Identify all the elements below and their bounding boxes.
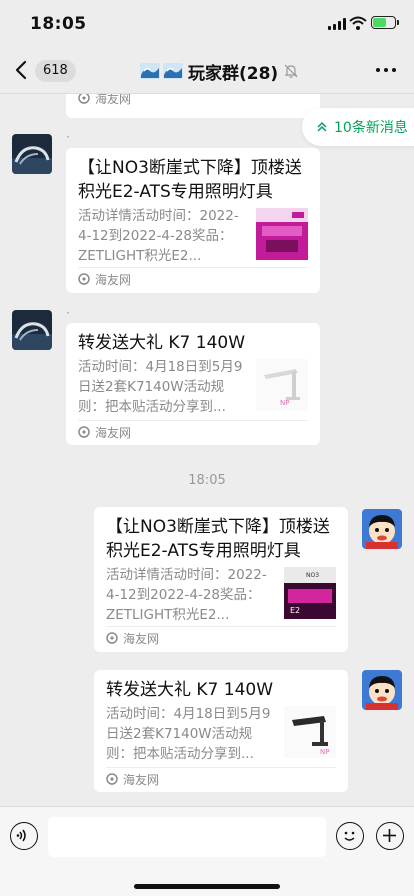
card-source: 海友网 (106, 627, 159, 649)
new-messages-button[interactable]: 10条新消息 (302, 108, 414, 146)
input-bar (0, 806, 414, 896)
sender-avatar-image (12, 134, 52, 174)
message-list[interactable]: 海友网 · 【让NO3断崖式下降】顶楼送积光E2-ATS专用照明灯具 活动详情活… (0, 94, 414, 806)
unread-count-badge[interactable]: 618 (35, 60, 76, 82)
card-source-label: 海友网 (123, 631, 160, 646)
svg-text:NP: NP (280, 399, 289, 407)
wave-emoji-icon (163, 63, 183, 79)
home-indicator (134, 884, 280, 889)
link-card[interactable]: 【让NO3断崖式下降】顶楼送积光E2-ATS专用照明灯具 活动详情活动时间：20… (66, 148, 320, 293)
card-source: 海友网 (78, 268, 131, 290)
signal-icon (328, 18, 346, 30)
source-link-icon (106, 632, 118, 644)
voice-icon[interactable] (10, 822, 38, 850)
wifi-icon (349, 16, 367, 30)
card-description: 活动时间：4月18日到5月9日送2套K7140W活动规则：把本贴活动分享到... (78, 359, 243, 415)
card-source: 海友网 (106, 768, 159, 790)
chat-title: 玩家群(28) (188, 63, 279, 84)
wave-emoji-icon (140, 63, 160, 79)
card-source: 海友网 (78, 94, 131, 109)
svg-text:E2: E2 (290, 606, 300, 615)
source-link-icon (106, 773, 118, 785)
svg-text:NP: NP (320, 748, 329, 756)
avatar[interactable] (362, 670, 402, 710)
avatar[interactable] (12, 310, 52, 350)
source-link-icon (78, 273, 90, 285)
link-card[interactable]: 海友网 (66, 94, 320, 118)
black-lamp-fixture-thumb: NP (284, 706, 336, 758)
card-source-label: 海友网 (95, 272, 132, 287)
self-avatar-image (362, 670, 402, 710)
chat-header: 618 玩家群(28) (0, 50, 414, 94)
double-chevron-up-icon (317, 121, 327, 132)
card-source-label: 海友网 (123, 772, 160, 787)
avatar[interactable] (12, 134, 52, 174)
status-bar: 18:05 (0, 0, 414, 50)
white-lamp-fixture-thumb: NP (256, 359, 308, 411)
self-avatar-image (362, 509, 402, 549)
emoji-icon[interactable] (336, 822, 364, 850)
svg-text:NO3: NO3 (306, 572, 319, 579)
magenta-aquarium-light-thumb (256, 208, 308, 260)
battery-charging-icon (371, 16, 399, 29)
card-description: 活动详情活动时间：2022-4-12到2022-4-28奖品：ZETLIGHT积… (78, 208, 239, 264)
card-title: 【让NO3断崖式下降】顶楼送积光E2-ATS专用照明灯具 (106, 517, 330, 561)
source-link-icon (78, 426, 90, 438)
card-title: 转发送大礼 K7 140W (106, 680, 274, 700)
new-messages-label: 10条新消息 (334, 120, 408, 136)
card-source-label: 海友网 (95, 425, 132, 440)
card-description: 活动时间：4月18日到5月9日送2套K7140W活动规则：把本贴活动分享到... (106, 706, 271, 762)
source-link-icon (78, 94, 90, 104)
link-card[interactable]: 转发送大礼 K7 140W 活动时间：4月18日到5月9日送2套K7140W活动… (66, 323, 320, 445)
card-title: 转发送大礼 K7 140W (78, 333, 246, 353)
card-source: 海友网 (78, 421, 131, 443)
timestamp: 18:05 (188, 473, 226, 488)
link-card[interactable]: 【让NO3断崖式下降】顶楼送积光E2-ATS专用照明灯具 活动详情活动时间：20… (94, 507, 348, 652)
chat-title-wrap[interactable]: 玩家群(28) (140, 59, 299, 84)
bell-muted-icon (284, 64, 298, 78)
status-time: 18:05 (30, 14, 87, 34)
chevron-left-icon[interactable] (10, 58, 34, 82)
sender-avatar-image (12, 310, 52, 350)
card-description: 活动详情活动时间：2022-4-12到2022-4-28奖品：ZETLIGHT积… (106, 567, 267, 623)
link-card[interactable]: 转发送大礼 K7 140W 活动时间：4月18日到5月9日送2套K7140W活动… (94, 670, 348, 792)
card-source-label: 海友网 (95, 94, 132, 106)
magenta-aquarium-light-thumb: NO3 E2 (284, 567, 336, 619)
message-input[interactable] (48, 817, 326, 857)
plus-icon[interactable] (376, 822, 404, 850)
card-title: 【让NO3断崖式下降】顶楼送积光E2-ATS专用照明灯具 (78, 158, 302, 202)
sender-name: · (66, 130, 70, 144)
more-dots-icon[interactable] (376, 68, 396, 74)
avatar[interactable] (362, 509, 402, 549)
sender-name: · (66, 306, 70, 320)
